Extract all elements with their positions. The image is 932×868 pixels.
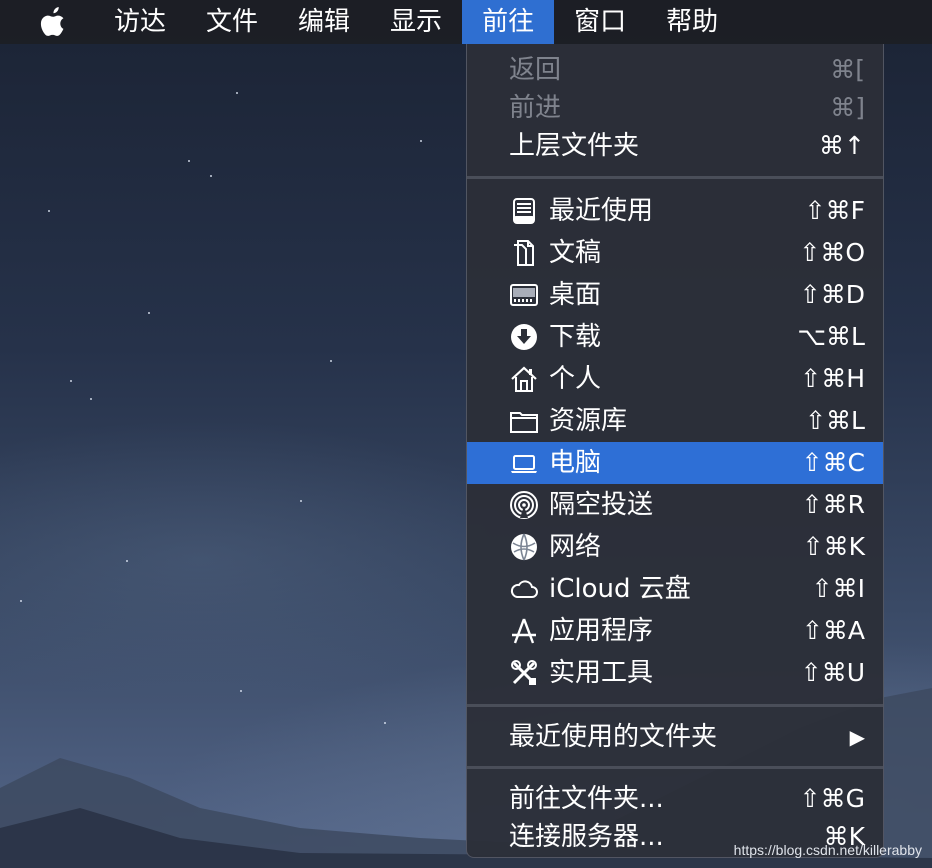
menu-item-label: 返回 — [509, 55, 562, 85]
star — [188, 160, 190, 162]
menu-item-desktop[interactable]: 桌面 ⇧⌘D — [467, 274, 883, 316]
folder-icon — [510, 412, 538, 433]
menu-help[interactable]: 帮助 — [646, 0, 738, 44]
star — [148, 312, 150, 314]
menu-item-enclosing-folder[interactable]: 上层文件夹 ⌘↑ — [467, 125, 883, 167]
star — [90, 398, 92, 400]
menu-item-shortcut: ⇧⌘A — [801, 616, 865, 645]
menu-item-shortcut: ⌘↑ — [819, 131, 865, 160]
desktop-icon — [510, 284, 538, 306]
submenu-arrow-icon: ▶ — [849, 725, 865, 749]
menu-finder[interactable]: 访达 — [94, 0, 186, 44]
menu-item-shortcut: ⇧⌘H — [800, 364, 865, 393]
star — [70, 380, 72, 382]
star — [20, 600, 22, 602]
menu-item-shortcut: ⌘] — [830, 93, 865, 122]
menu-item-shortcut: ⌘[ — [830, 55, 865, 84]
menu-item-recent-folders[interactable]: 最近使用的文件夹 ▶ — [467, 716, 883, 758]
menu-item-label: 个人 — [549, 364, 602, 394]
menu-separator — [467, 176, 883, 179]
menu-item-shortcut: ⇧⌘U — [800, 658, 865, 687]
menu-item-shortcut: ⇧⌘K — [802, 532, 865, 561]
network-icon — [511, 533, 537, 561]
menu-item-label: 最近使用 — [549, 196, 654, 226]
star — [236, 92, 238, 94]
go-menu-dropdown: 返回 ⌘[ 前进 ⌘] 上层文件夹 ⌘↑ 最近使用 ⇧⌘F 文稿 ⇧⌘O 桌面 … — [466, 44, 884, 858]
menu-item-computer[interactable]: 电脑 ⇧⌘C — [467, 442, 883, 484]
menu-item-label: 网络 — [549, 532, 602, 562]
menu-item-forward[interactable]: 前进 ⌘] — [467, 87, 883, 129]
menu-item-label: 连接服务器... — [509, 822, 664, 852]
menu-item-go-to-folder[interactable]: 前往文件夹... ⇧⌘G — [467, 778, 883, 820]
star — [48, 210, 50, 212]
menu-item-shortcut: ⇧⌘G — [799, 784, 865, 813]
menu-item-icloud-drive[interactable]: iCloud 云盘 ⇧⌘I — [467, 568, 883, 610]
menu-item-network[interactable]: 网络 ⇧⌘K — [467, 526, 883, 568]
menu-item-label: 隔空投送 — [549, 490, 654, 520]
download-icon — [511, 324, 537, 350]
menu-item-shortcut: ⇧⌘D — [799, 280, 865, 309]
home-icon — [511, 366, 537, 392]
recents-icon — [513, 198, 535, 224]
menu-file[interactable]: 文件 — [186, 0, 278, 44]
menu-item-shortcut: ⇧⌘L — [805, 406, 865, 435]
menu-separator — [467, 704, 883, 707]
menu-item-shortcut: ⇧⌘I — [811, 574, 865, 603]
menu-item-documents[interactable]: 文稿 ⇧⌘O — [467, 232, 883, 274]
menu-item-label: 电脑 — [549, 448, 602, 478]
menu-separator — [467, 766, 883, 769]
menu-go[interactable]: 前往 — [462, 0, 555, 44]
menu-item-shortcut: ⇧⌘C — [801, 448, 865, 477]
menu-item-label: 桌面 — [549, 280, 602, 310]
menu-item-recents[interactable]: 最近使用 ⇧⌘F — [467, 190, 883, 232]
menu-item-home[interactable]: 个人 ⇧⌘H — [467, 358, 883, 400]
star — [420, 140, 422, 142]
menu-item-label: 资源库 — [549, 406, 628, 436]
menu-item-library[interactable]: 资源库 ⇧⌘L — [467, 400, 883, 442]
menu-view[interactable]: 显示 — [370, 0, 462, 44]
menu-item-label: 文稿 — [549, 238, 602, 268]
star — [210, 175, 212, 177]
star — [126, 560, 128, 562]
document-icon — [514, 240, 534, 266]
apple-logo-icon[interactable] — [40, 7, 68, 37]
menu-item-shortcut: ⇧⌘O — [799, 238, 865, 267]
menu-item-shortcut: ⌥⌘L — [797, 322, 865, 351]
menu-window[interactable]: 窗口 — [554, 0, 646, 44]
watermark: https://blog.csdn.net/killerabby — [733, 842, 922, 858]
cloud-icon — [510, 580, 538, 598]
applications-icon — [512, 618, 536, 644]
star — [330, 360, 332, 362]
menu-item-utilities[interactable]: 实用工具 ⇧⌘U — [467, 652, 883, 694]
menu-item-label: 最近使用的文件夹 — [509, 722, 718, 752]
airdrop-icon — [510, 491, 538, 519]
menu-item-label: 应用程序 — [549, 616, 654, 646]
menu-item-label: 前进 — [509, 93, 562, 123]
menu-item-label: 前往文件夹... — [509, 784, 664, 814]
menu-bar: 访达 文件 编辑 显示 前往 窗口 帮助 — [0, 0, 932, 44]
menu-edit[interactable]: 编辑 — [278, 0, 370, 44]
menu-item-label: 下载 — [549, 322, 602, 352]
menu-item-shortcut: ⇧⌘R — [801, 490, 865, 519]
menu-item-applications[interactable]: 应用程序 ⇧⌘A — [467, 610, 883, 652]
laptop-icon — [511, 455, 537, 473]
menu-item-label: 上层文件夹 — [509, 131, 640, 161]
menu-item-airdrop[interactable]: 隔空投送 ⇧⌘R — [467, 484, 883, 526]
menu-item-back[interactable]: 返回 ⌘[ — [467, 49, 883, 91]
menu-item-downloads[interactable]: 下载 ⌥⌘L — [467, 316, 883, 358]
star — [300, 500, 302, 502]
menu-item-label: 实用工具 — [549, 658, 654, 688]
utilities-icon — [511, 660, 537, 685]
menu-item-label: iCloud 云盘 — [549, 574, 691, 604]
menu-item-shortcut: ⇧⌘F — [804, 196, 865, 225]
